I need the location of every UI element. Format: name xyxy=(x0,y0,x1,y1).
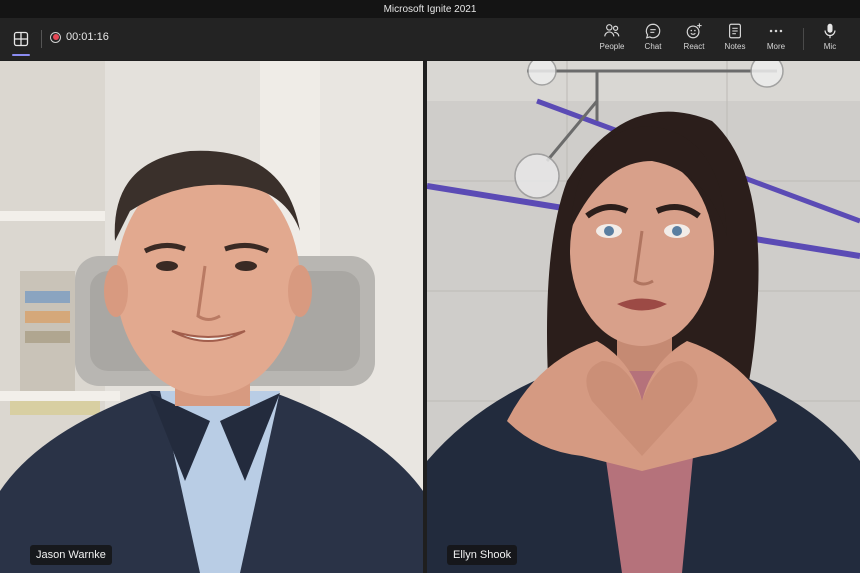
participant-name-tag: Jason Warnke xyxy=(30,545,112,565)
notes-label: Notes xyxy=(724,42,746,51)
more-icon xyxy=(769,29,783,33)
people-label: People xyxy=(599,42,625,51)
window-title-bar: Microsoft Ignite 2021 xyxy=(0,0,860,18)
notes-icon xyxy=(729,23,741,39)
chat-button[interactable]: Chat xyxy=(633,22,673,51)
recording-indicator: 00:01:16 xyxy=(50,31,109,43)
more-button[interactable]: More xyxy=(756,22,796,51)
toolbar-divider xyxy=(41,30,42,48)
meeting-toolbar: 00:01:16 People Chat React Notes More Mi… xyxy=(0,18,860,60)
window-title: Microsoft Ignite 2021 xyxy=(383,3,477,15)
grid-layout-icon xyxy=(13,31,29,47)
react-label: React xyxy=(683,42,705,51)
participant-name: Jason Warnke xyxy=(36,549,106,561)
chat-icon xyxy=(645,23,661,39)
layout-button[interactable] xyxy=(8,26,34,56)
participant-name-tag: Ellyn Shook xyxy=(447,545,518,565)
mic-button[interactable]: Mic xyxy=(810,22,850,51)
participant-video-tile[interactable]: Jason Warnke xyxy=(0,61,423,573)
notes-button[interactable]: Notes xyxy=(715,22,755,51)
participant-name: Ellyn Shook xyxy=(453,549,512,561)
toolbar-divider xyxy=(803,28,804,50)
more-label: More xyxy=(766,42,786,51)
participant-avatar xyxy=(427,61,860,573)
recording-timer: 00:01:16 xyxy=(66,31,109,43)
participant-video xyxy=(0,61,423,573)
people-button[interactable]: People xyxy=(592,22,632,51)
mic-label: Mic xyxy=(823,42,837,51)
react-button[interactable]: React xyxy=(674,22,714,51)
recording-icon xyxy=(50,31,61,43)
people-icon xyxy=(604,24,620,37)
react-icon xyxy=(686,23,702,39)
chat-label: Chat xyxy=(644,42,662,51)
participant-avatar-tile[interactable]: Ellyn Shook xyxy=(427,61,860,573)
microphone-icon xyxy=(824,23,836,39)
